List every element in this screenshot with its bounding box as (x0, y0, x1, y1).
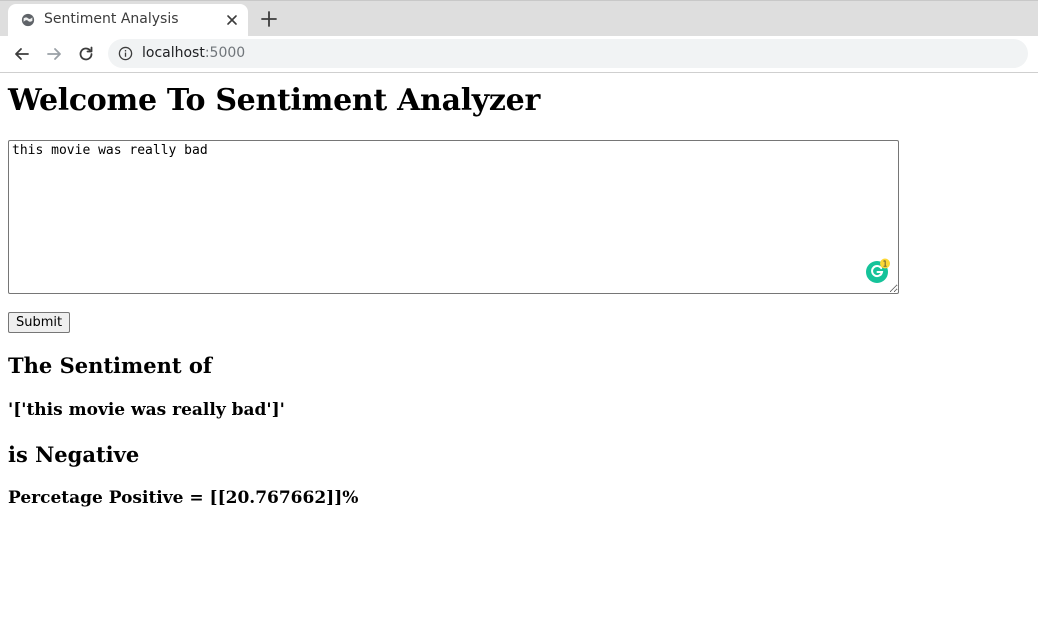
plus-icon[interactable] (260, 10, 278, 28)
browser-toolbar: localhost:5000 (0, 36, 1038, 73)
arrow-left-icon[interactable] (12, 44, 32, 64)
address-bar[interactable]: localhost:5000 (108, 39, 1028, 68)
url-text: localhost:5000 (142, 45, 245, 61)
analyzed-text: '['this movie was really bad']' (8, 400, 285, 420)
grammarly-icon[interactable]: 1 (865, 258, 891, 284)
sentiment-result: is Negative (8, 442, 140, 467)
tab-title: Sentiment Analysis (44, 11, 179, 27)
browser-tab-bar: Sentiment Analysis (0, 0, 1038, 37)
globe-icon (21, 13, 35, 27)
page-content: Welcome To Sentiment Analyzer this movie… (8, 73, 1030, 508)
arrow-right-icon[interactable] (44, 44, 64, 64)
sentiment-text-input[interactable]: this movie was really bad (8, 140, 899, 294)
url-host: localhost (142, 45, 205, 61)
result-heading: The Sentiment of (8, 353, 212, 378)
submit-button[interactable]: Submit (8, 312, 71, 333)
close-icon[interactable] (224, 12, 240, 28)
browser-tab[interactable]: Sentiment Analysis (8, 4, 248, 37)
grammarly-badge-count: 1 (883, 259, 888, 268)
page-title: Welcome To Sentiment Analyzer (8, 83, 540, 118)
info-icon[interactable] (118, 46, 133, 61)
url-port: :5000 (204, 45, 246, 61)
text-input-container: this movie was really bad 1 (8, 140, 899, 294)
percentage-positive: Percetage Positive = [[20.767662]]% (8, 488, 359, 508)
reload-icon[interactable] (76, 44, 96, 64)
